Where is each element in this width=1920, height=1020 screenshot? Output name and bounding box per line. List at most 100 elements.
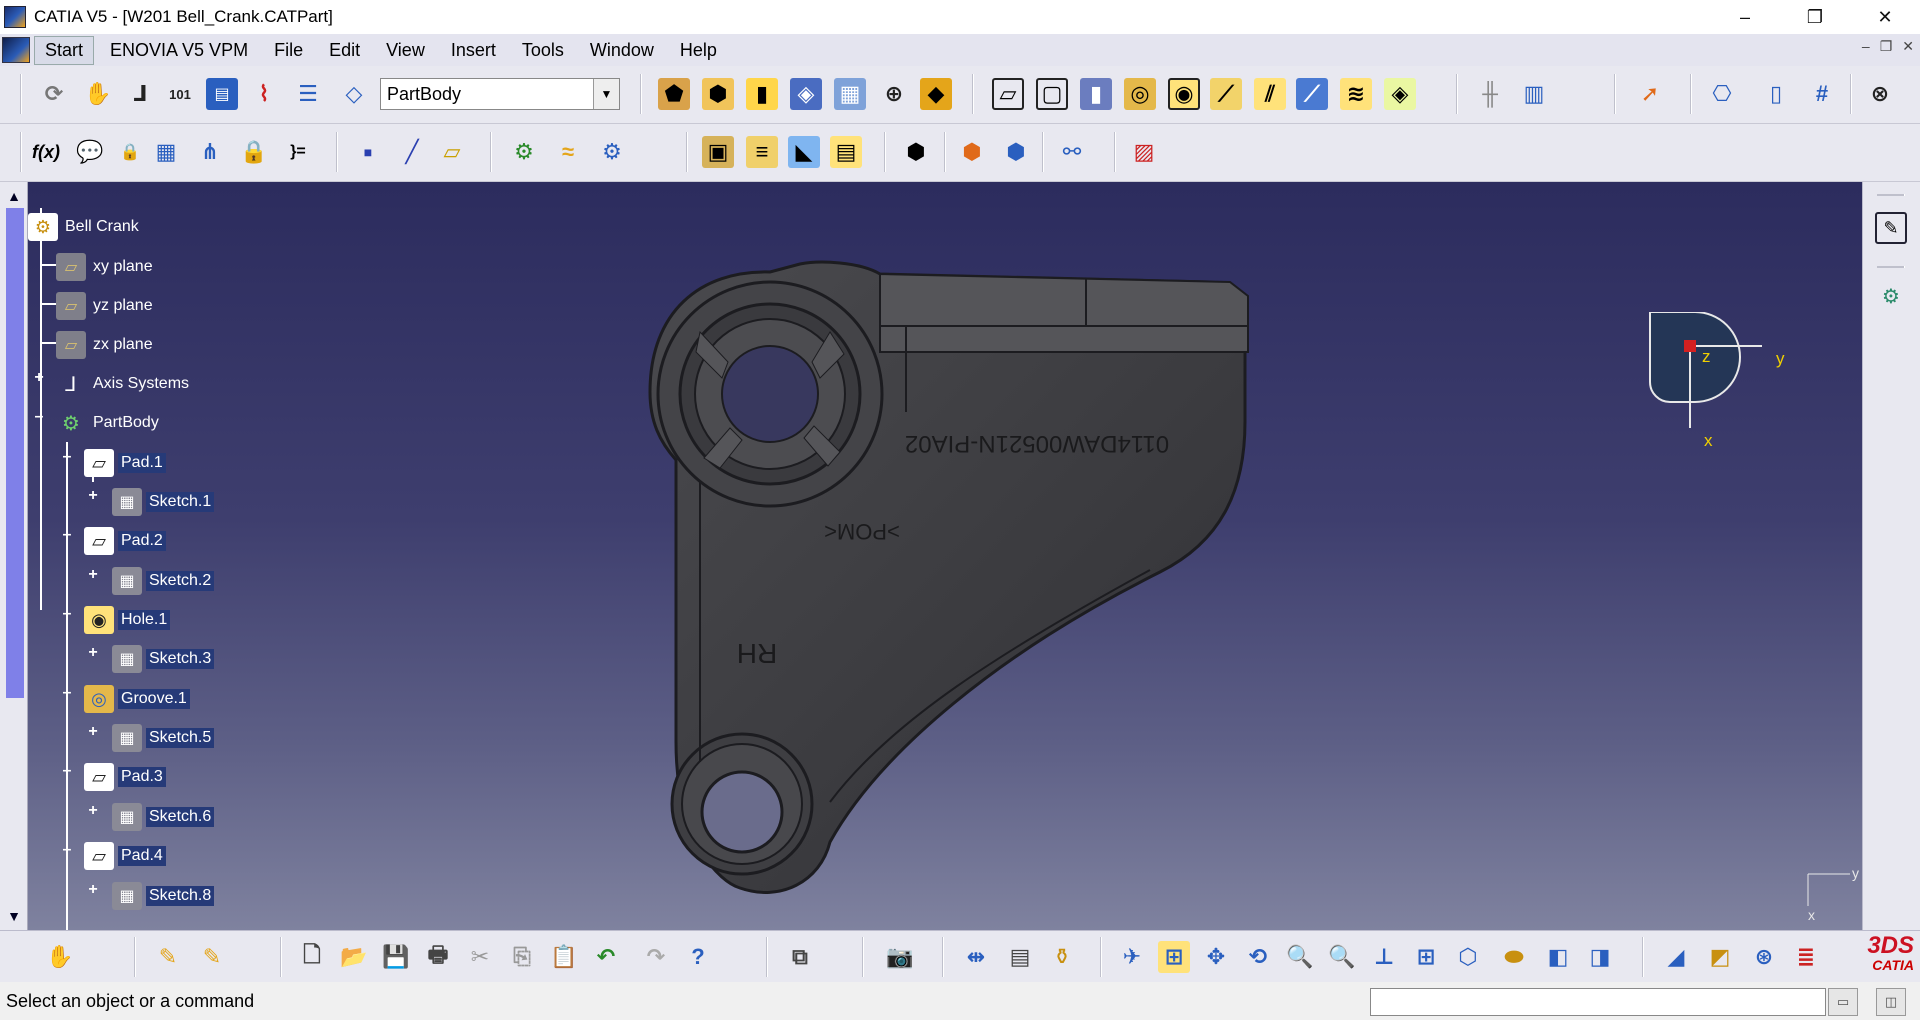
menu-view[interactable]: View — [376, 37, 435, 64]
menu-file[interactable]: File — [264, 37, 313, 64]
slot-icon[interactable]: ⫽ — [1254, 78, 1286, 110]
sketch-tools-icon[interactable]: ✎ — [152, 941, 184, 973]
camera-icon[interactable]: 📷 — [884, 941, 916, 973]
boolean-icon[interactable]: ⬢ — [900, 136, 932, 168]
chevron-down-icon[interactable]: ▼ — [593, 79, 619, 109]
intersect-icon[interactable]: ⬢ — [1000, 136, 1032, 168]
offset-icon[interactable]: ≡ — [746, 136, 778, 168]
print-icon[interactable]: 🖶 — [422, 941, 454, 973]
menu-help[interactable]: Help — [670, 37, 727, 64]
plane-tool-icon[interactable]: ▱ — [436, 136, 468, 168]
doc-restore-button[interactable]: ❐ — [1880, 38, 1893, 55]
axis-system-icon[interactable]: ⅃ — [124, 78, 156, 110]
update-icon[interactable]: ⟳ — [38, 78, 70, 110]
hole-icon[interactable]: ◉ — [1168, 78, 1200, 110]
part-shape-1-icon[interactable]: ⬟ — [658, 78, 690, 110]
list-icon[interactable]: ☰ — [292, 78, 324, 110]
minimize-button[interactable]: – — [1710, 0, 1780, 34]
sketch-icon[interactable]: ⌇ — [248, 78, 280, 110]
command-stop-button[interactable]: ▭ — [1828, 988, 1858, 1016]
menu-edit[interactable]: Edit — [319, 37, 370, 64]
menu-window[interactable]: Window — [580, 37, 664, 64]
part-shape-3-icon[interactable]: ▮ — [746, 78, 778, 110]
swap-visible-icon[interactable]: ◨ — [1584, 941, 1616, 973]
pan-icon[interactable]: ✥ — [1200, 941, 1232, 973]
equation-icon[interactable]: }= — [282, 136, 314, 168]
fly-mode-icon[interactable]: ✈ — [1116, 941, 1148, 973]
hide-show-icon[interactable]: ◧ — [1542, 941, 1574, 973]
comment-icon[interactable]: 💬 — [74, 136, 106, 168]
plane-icon[interactable]: ◇ — [338, 78, 370, 110]
split-icon[interactable]: ◣ — [788, 136, 820, 168]
multi-view-icon[interactable]: ⊞ — [1410, 941, 1442, 973]
knowledge-icon[interactable]: 🔒 — [114, 136, 146, 168]
solid-combine-icon[interactable]: ◈ — [1384, 78, 1416, 110]
command-input[interactable] — [1370, 988, 1826, 1016]
transform-icon[interactable]: ⚯ — [1056, 136, 1088, 168]
save-icon[interactable]: 💾 — [380, 941, 412, 973]
assemble-icon[interactable]: ⬢ — [956, 136, 988, 168]
doc-minimize-button[interactable]: – — [1862, 38, 1870, 55]
command-lock-button[interactable]: ◫ — [1876, 988, 1906, 1016]
fit-all-in-icon[interactable]: ⊞ — [1158, 941, 1190, 973]
part-shape-6-icon[interactable]: ◆ — [920, 78, 952, 110]
apply-material-icon[interactable]: ◢ — [1660, 941, 1692, 973]
formula-icon[interactable]: f(x) — [30, 136, 62, 168]
sketch-tools-2-icon[interactable]: ✎ — [196, 941, 228, 973]
select-arrow-icon[interactable]: ➚ — [1634, 78, 1666, 110]
menu-insert[interactable]: Insert — [441, 37, 506, 64]
workbench-select[interactable]: PartBody ▼ — [380, 78, 620, 110]
layer-icon[interactable]: ≣ — [1790, 941, 1822, 973]
groove-icon[interactable]: ◎ — [1124, 78, 1156, 110]
analysis-icon[interactable]: ⚙ — [596, 136, 628, 168]
menu-enovia[interactable]: ENOVIA V5 VPM — [100, 37, 258, 64]
part-shape-2-icon[interactable]: ⬢ — [702, 78, 734, 110]
lock-icon[interactable]: 🔒 — [238, 136, 270, 168]
cut-icon[interactable]: ✂ — [464, 941, 496, 973]
catia-menu-icon[interactable] — [2, 37, 30, 63]
measure-between-icon[interactable]: ⇹ — [960, 941, 992, 973]
new-file-icon[interactable]: 🗋 — [296, 941, 328, 973]
tree-structure-icon[interactable]: ⋔ — [194, 136, 226, 168]
shaft-icon[interactable]: ▮ — [1080, 78, 1112, 110]
pad-icon[interactable]: ▱ — [992, 78, 1024, 110]
rib-icon[interactable]: ⟋ — [1210, 78, 1242, 110]
fit-all-icon[interactable]: ⊗ — [1864, 78, 1896, 110]
table-icon[interactable]: ▦ — [150, 136, 182, 168]
workbench-switch-icon[interactable]: ✋ — [44, 941, 76, 973]
undo-icon[interactable]: ↶ — [590, 941, 622, 973]
normal-view-icon[interactable]: ⊥ — [1368, 941, 1400, 973]
redo-icon[interactable]: ↷ — [640, 941, 672, 973]
measure-icon[interactable]: ⚙ — [508, 136, 540, 168]
close-button[interactable]: ✕ — [1850, 0, 1920, 34]
sketch-analysis-icon[interactable]: ⊛ — [1748, 941, 1780, 973]
point-icon[interactable]: ■ — [352, 136, 384, 168]
macro-icon[interactable]: ⧉ — [784, 941, 816, 973]
thickness-icon[interactable]: ▣ — [702, 136, 734, 168]
catalog-icon[interactable]: ▨ — [1128, 136, 1160, 168]
part-shape-5-icon[interactable]: ▦ — [834, 78, 866, 110]
part-shape-4-icon[interactable]: ◈ — [790, 78, 822, 110]
rotate-icon[interactable]: ⟲ — [1242, 941, 1274, 973]
3d-viewport[interactable]: ▲ ▼ ⚙ Bell Crank ▱ xy plane ▱ yz plane ▱… — [0, 182, 1862, 930]
whats-this-icon[interactable]: ? — [682, 941, 714, 973]
binary-icon[interactable]: 101 — [164, 78, 196, 110]
iso-view-icon[interactable]: ⬡ — [1452, 941, 1484, 973]
compass-widget[interactable]: z y x — [1640, 312, 1800, 462]
plane-stack-icon[interactable]: ▤ — [206, 78, 238, 110]
sketcher-icon[interactable]: ✎ — [1875, 212, 1907, 244]
doc-close-button[interactable]: ✕ — [1902, 38, 1914, 55]
restore-button[interactable]: ❐ — [1780, 0, 1850, 34]
settings-gear-icon[interactable]: ⚙ — [1875, 280, 1907, 312]
zoom-in-icon[interactable]: 🔍 — [1284, 941, 1316, 973]
multi-sections-icon[interactable]: ≋ — [1340, 78, 1372, 110]
sketch-analysis-icon[interactable]: ⎔ — [1706, 78, 1738, 110]
sew-icon[interactable]: ▤ — [830, 136, 862, 168]
grid-icon[interactable]: # — [1806, 78, 1838, 110]
measure-item-icon[interactable]: ▤ — [1004, 941, 1036, 973]
hand-icon[interactable]: ✋ — [82, 78, 114, 110]
open-file-icon[interactable]: 📂 — [338, 941, 370, 973]
menu-start[interactable]: Start — [34, 35, 95, 65]
snap-icon[interactable]: ▯ — [1760, 78, 1792, 110]
shading-icon[interactable]: ⬬ — [1498, 941, 1530, 973]
